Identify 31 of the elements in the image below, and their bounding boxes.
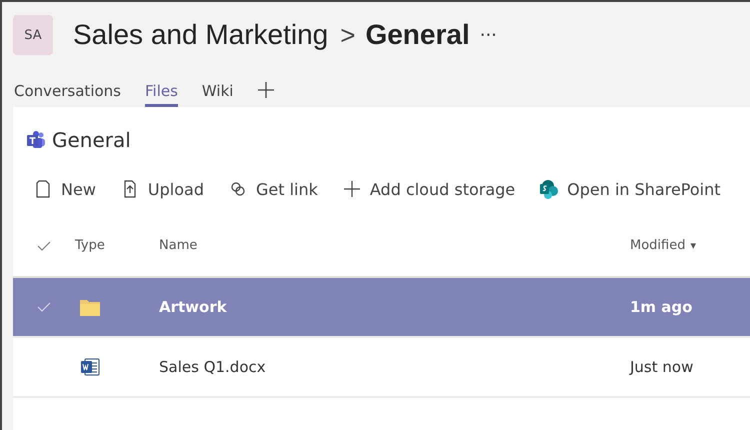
select-all-check-icon[interactable]	[37, 240, 51, 252]
tab[interactable]: Wiki	[202, 82, 234, 107]
team-avatar[interactable]: SA	[13, 15, 53, 55]
sharepoint-logo-icon	[539, 179, 560, 199]
word-document-icon	[79, 357, 101, 377]
add-button[interactable]: Add cloud storage	[342, 179, 516, 199]
new-button[interactable]: New	[33, 179, 96, 199]
table-row[interactable]: Artwork 1m ago	[13, 278, 750, 338]
column-header[interactable]: Type	[75, 238, 105, 253]
sort-caret-icon[interactable]: ▾	[690, 239, 696, 252]
breadcrumb-separator: >	[340, 20, 356, 50]
library-title: General	[52, 128, 131, 152]
file-name[interactable]: Sales Q1.docx	[159, 358, 266, 376]
channel-name: General	[365, 19, 470, 51]
more-options-button[interactable]: ···	[480, 24, 497, 46]
file-name[interactable]: Artwork	[159, 298, 227, 316]
teams-logo-icon	[26, 130, 46, 150]
modified-time: Just now	[630, 358, 694, 376]
plus-icon	[342, 179, 362, 199]
sharepoint-button[interactable]: Open in SharePoint	[539, 179, 721, 199]
row-check-icon	[37, 301, 51, 313]
team-name[interactable]: Sales and Marketing	[73, 19, 328, 51]
link-button[interactable]: Get link	[228, 179, 318, 199]
table-row[interactable]: Sales Q1.docx Just now	[13, 338, 750, 398]
modified-time: 1m ago	[630, 298, 692, 316]
column-header[interactable]: Modified	[630, 238, 686, 253]
folder-icon	[79, 297, 101, 317]
upload-button[interactable]: Upload	[120, 179, 204, 199]
tab[interactable]: Conversations	[14, 82, 121, 107]
column-header[interactable]: Name	[159, 238, 198, 253]
add-tab-icon[interactable]	[257, 81, 276, 99]
